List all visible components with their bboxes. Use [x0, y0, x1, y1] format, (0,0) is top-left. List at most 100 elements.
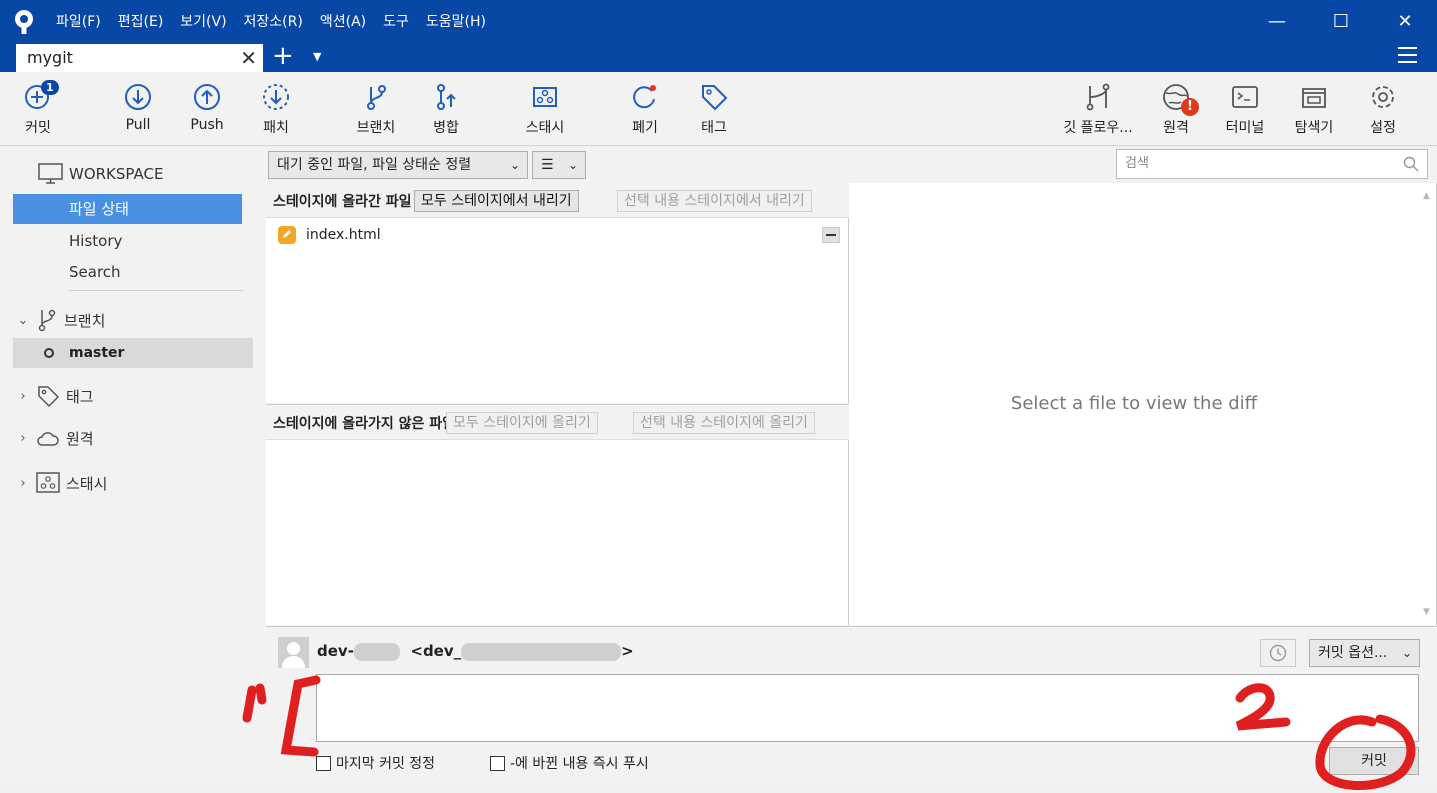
sidebar-group-branches-label: 브랜치: [64, 311, 106, 330]
tab-close-icon[interactable]: ✕: [240, 46, 257, 70]
sidebar-group-remotes[interactable]: › 원격: [16, 428, 94, 449]
repo-tab-label: mygit: [27, 48, 73, 67]
amend-checkbox[interactable]: 마지막 커밋 정정: [316, 753, 435, 773]
commit-options-select[interactable]: 커밋 옵션... ⌄: [1309, 639, 1420, 667]
sidebar-group-tags[interactable]: › 태그: [16, 384, 94, 408]
sidebar-group-remotes-label: 원격: [66, 430, 94, 448]
menu-view[interactable]: 보기(V): [180, 13, 226, 31]
redacted-email: [461, 642, 622, 661]
commit-toolbar-button[interactable]: 1 커밋: [3, 80, 73, 137]
push-icon: [194, 84, 220, 110]
scroll-up-icon[interactable]: ▲: [1423, 191, 1430, 201]
checkbox-box[interactable]: [490, 755, 505, 771]
chevron-down-icon: ⌄: [1401, 646, 1412, 660]
commit-history-button[interactable]: [1260, 639, 1296, 667]
chevron-down-icon: ⌄: [509, 158, 520, 172]
chevron-down-icon[interactable]: ⌄: [16, 313, 30, 328]
branch-item-master[interactable]: master: [13, 338, 253, 368]
branch-icon: [38, 309, 56, 332]
staged-title: 스테이지에 올라간 파일: [273, 194, 412, 210]
diff-placeholder: Select a file to view the diff: [1010, 393, 1258, 414]
menu-actions[interactable]: 액션(A): [320, 13, 366, 31]
commit-message-input[interactable]: [316, 674, 1419, 742]
push-immediately-checkbox[interactable]: -에 바뀐 내용 즉시 푸시: [490, 753, 649, 773]
stash-button[interactable]: 스태시: [510, 82, 580, 137]
file-row[interactable]: index.html: [278, 226, 381, 244]
search-icon: [1403, 156, 1419, 172]
chevron-right-icon[interactable]: ›: [16, 389, 30, 404]
terminal-label: 터미널: [1225, 120, 1265, 136]
sidebar-item-file-status[interactable]: 파일 상태: [13, 194, 242, 224]
unstaged-header: 스테이지에 올라가지 않은 파일 모두 스테이지에 올리기 선택 내용 스테이지…: [266, 405, 849, 440]
unstage-all-button[interactable]: 모두 스테이지에서 내리기: [414, 190, 579, 212]
discard-button[interactable]: 폐기: [610, 82, 680, 137]
chevron-right-icon[interactable]: ›: [16, 431, 30, 446]
diff-scrollbar[interactable]: ▲ ▼: [1418, 183, 1436, 625]
remote-label: 원격: [1163, 120, 1189, 136]
view-mode-select[interactable]: ☰ ⌄: [532, 151, 586, 179]
terminal-icon: [1232, 86, 1258, 108]
sidebar-group-branches[interactable]: ⌄ 브랜치: [16, 308, 105, 332]
gitflow-button[interactable]: 깃 플로우...: [1062, 82, 1134, 137]
push-label: Push: [190, 117, 224, 133]
hamburger-menu-icon[interactable]: [1398, 47, 1417, 63]
menu-tools[interactable]: 도구: [383, 13, 409, 31]
new-tab-button[interactable]: +: [272, 42, 294, 70]
sort-select[interactable]: 대기 중인 파일, 파일 상태순 정렬 ⌄: [268, 151, 528, 179]
menu-repository[interactable]: 저장소(R): [244, 13, 303, 31]
terminal-button[interactable]: 터미널: [1210, 82, 1280, 137]
merge-button[interactable]: 병합: [411, 82, 481, 137]
gitflow-icon: [1086, 83, 1110, 111]
tag-button[interactable]: 태그: [679, 82, 749, 137]
menu-file[interactable]: 파일(F): [56, 13, 101, 31]
commit-author: dev- <dev_ >: [317, 642, 634, 661]
branch-button[interactable]: 브랜치: [341, 82, 411, 137]
stash-icon: [36, 472, 60, 493]
search-input[interactable]: 검색: [1116, 149, 1428, 179]
tag-icon: [702, 85, 728, 111]
maximize-button[interactable]: ☐: [1309, 0, 1373, 42]
sidebar-item-history[interactable]: History: [13, 226, 242, 256]
patch-icon: [263, 84, 289, 110]
sidebar-item-search[interactable]: Search: [13, 257, 242, 287]
commit-options-label: 커밋 옵션...: [1318, 645, 1388, 661]
workspace-header: WORKSPACE: [38, 163, 163, 185]
menu-edit[interactable]: 편집(E): [118, 13, 164, 31]
repo-tab[interactable]: mygit ✕: [16, 44, 263, 72]
clock-icon: [1269, 644, 1287, 662]
title-bar: 파일(F) 편집(E) 보기(V) 저장소(R) 액션(A) 도구 도움말(H)…: [0, 0, 1437, 72]
unstage-selected-button[interactable]: 선택 내용 스테이지에서 내리기: [617, 190, 812, 212]
redacted-name: [353, 642, 400, 661]
stage-all-button[interactable]: 모두 스테이지에 올리기: [446, 412, 598, 434]
explorer-icon: [1302, 88, 1326, 108]
branch-name: master: [69, 345, 125, 361]
tag-label: 태그: [701, 120, 727, 136]
file-name: index.html: [306, 227, 381, 243]
sidebar-group-stashes[interactable]: › 스태시: [16, 472, 107, 494]
patch-button[interactable]: 패치: [241, 82, 311, 137]
push-button[interactable]: Push: [172, 82, 242, 133]
stage-selected-button[interactable]: 선택 내용 스테이지에 올리기: [633, 412, 815, 434]
tab-list-dropdown[interactable]: ▼: [313, 50, 321, 63]
author-email-prefix: <dev_: [410, 642, 462, 660]
chevron-right-icon[interactable]: ›: [16, 476, 30, 491]
minimize-button[interactable]: —: [1245, 0, 1309, 42]
commit-button[interactable]: 커밋: [1329, 747, 1419, 775]
pull-icon: [125, 84, 151, 110]
scroll-down-icon[interactable]: ▼: [1423, 607, 1430, 617]
merge-icon: [437, 84, 456, 110]
window-controls: — ☐ ✕: [1245, 0, 1437, 42]
close-window-button[interactable]: ✕: [1373, 0, 1437, 42]
remote-button[interactable]: ! 원격: [1141, 82, 1211, 137]
menu-help[interactable]: 도움말(H): [426, 13, 486, 31]
unstage-file-button[interactable]: [822, 227, 840, 243]
list-view-icon: ☰: [541, 157, 554, 173]
explorer-button[interactable]: 탐색기: [1279, 82, 1349, 137]
settings-button[interactable]: 설정: [1348, 82, 1418, 137]
branch-icon: [367, 85, 386, 110]
stash-icon: [533, 87, 557, 107]
pull-button[interactable]: Pull: [103, 82, 173, 133]
amend-label: 마지막 커밋 정정: [336, 756, 436, 772]
checkbox-box[interactable]: [316, 755, 331, 771]
tag-icon: [38, 386, 60, 408]
